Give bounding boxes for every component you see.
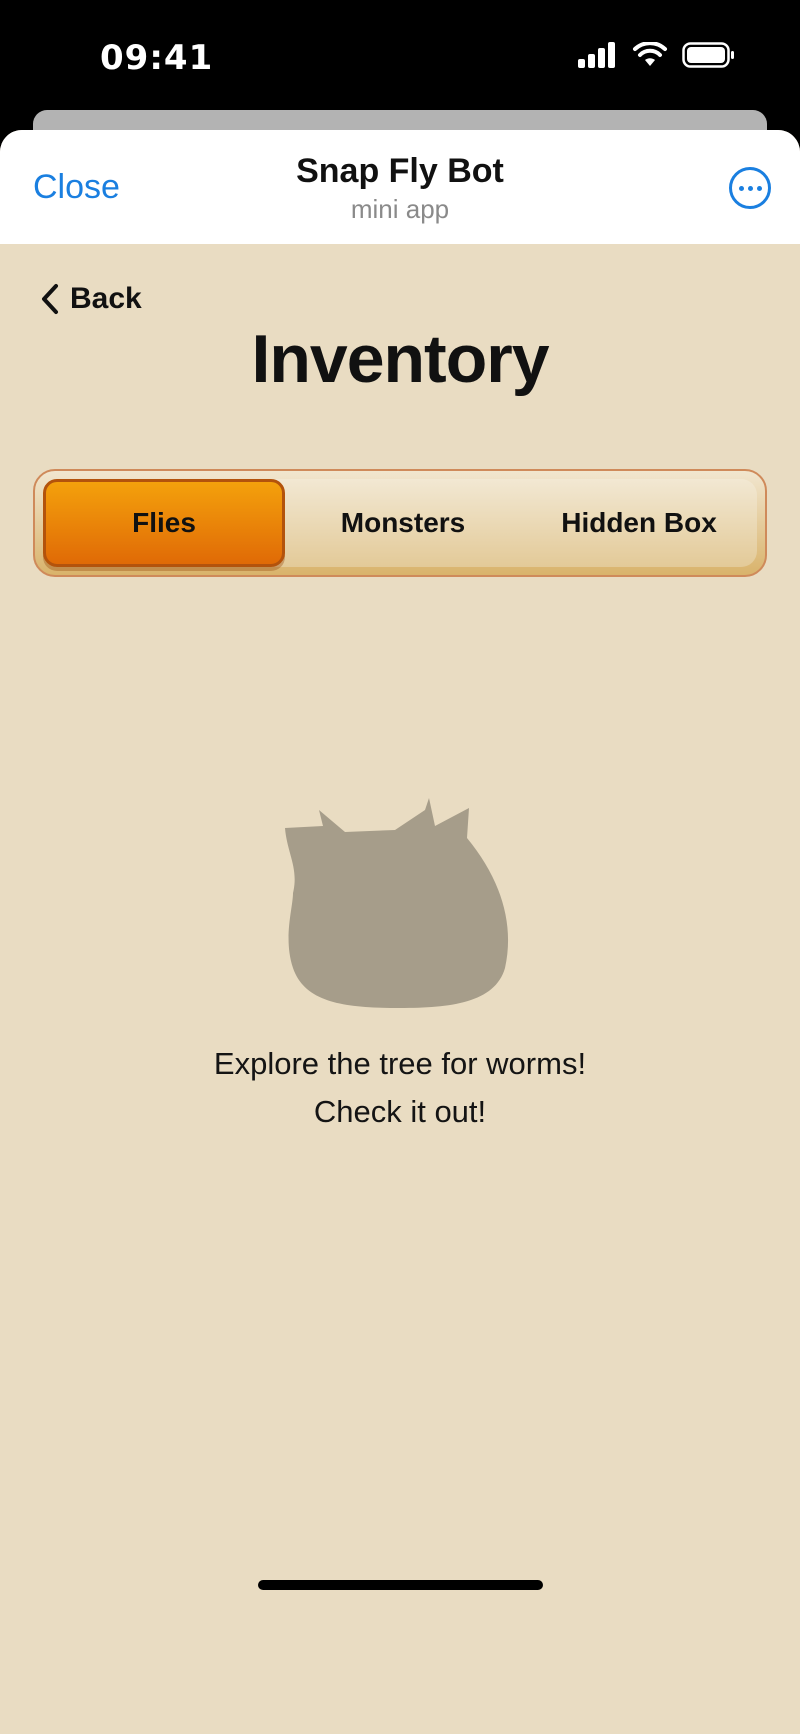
cellular-signal-icon [578, 42, 615, 68]
more-options-button[interactable] [729, 167, 771, 209]
tab-flies[interactable]: Flies [43, 479, 285, 567]
wifi-icon [633, 42, 667, 66]
more-dot-icon [738, 185, 744, 191]
app-subtitle: mini app [350, 194, 450, 224]
app-title: Snap Fly Bot [296, 152, 504, 190]
battery-icon [682, 42, 734, 68]
page-title: Inventory [251, 321, 549, 397]
chevron-left-icon [42, 284, 58, 314]
mini-app-header: Close Snap Fly Bot mini app [0, 130, 800, 244]
home-indicator[interactable] [258, 1580, 543, 1590]
tabs-track: Flies Monsters Hidden Box [43, 479, 757, 567]
monster-silhouette-icon [285, 798, 509, 1008]
more-dot-icon [747, 185, 753, 191]
mini-app-sheet: Close Snap Fly Bot mini app Back Invento… [0, 130, 800, 1734]
status-icons [578, 42, 736, 68]
back-label: Back [70, 282, 142, 315]
tab-hidden-box[interactable]: Hidden Box [521, 479, 757, 567]
status-time: 09:41 [100, 38, 214, 78]
empty-state-hint: Check it out! [313, 1094, 487, 1129]
more-dot-icon [756, 185, 762, 191]
empty-state-message: Explore the tree for worms! [213, 1046, 587, 1081]
tab-monsters[interactable]: Monsters [285, 479, 521, 567]
back-button[interactable]: Back [40, 282, 142, 316]
inventory-tabs: Flies Monsters Hidden Box [33, 469, 767, 577]
